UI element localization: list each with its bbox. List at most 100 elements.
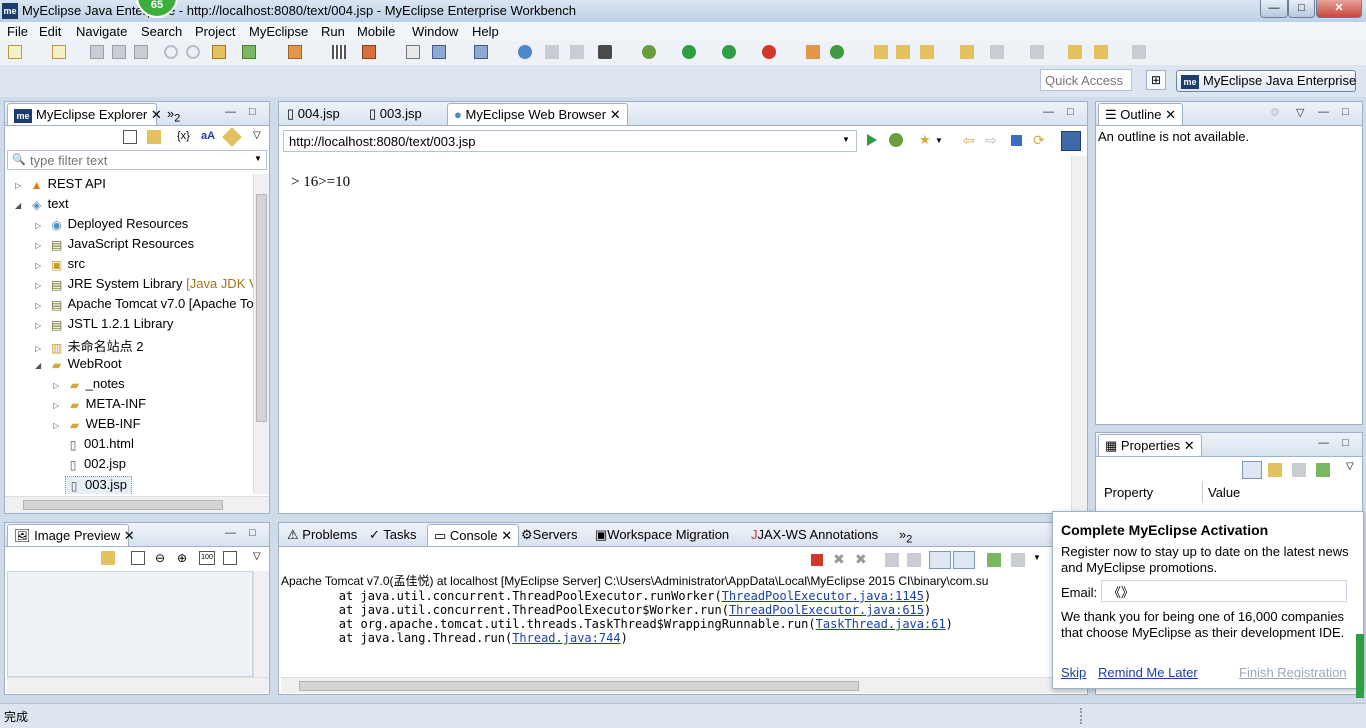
- browser-launch-icon[interactable]: [474, 45, 488, 59]
- refresh-icon[interactable]: ⟳: [1033, 132, 1045, 149]
- redo-icon[interactable]: [186, 45, 200, 59]
- deploy-icon[interactable]: [212, 45, 226, 59]
- tree-item-webroot[interactable]: ◢ ▰ WebRoot: [35, 356, 122, 376]
- remove-launch-icon[interactable]: ✖: [833, 551, 845, 568]
- tab-image-preview[interactable]: 🖼 Image Preview ✕: [7, 524, 135, 546]
- menu-search[interactable]: Search: [141, 24, 182, 39]
- explorer-horizontal-scrollbar[interactable]: [5, 496, 269, 513]
- tree-item-notes[interactable]: ▷ ▰ _notes: [53, 376, 125, 396]
- tree-item-jstl-library[interactable]: ▷ ▤ JSTL 1.2.1 Library: [35, 316, 173, 336]
- minimize-button[interactable]: —: [1260, 0, 1288, 18]
- maximize-icon[interactable]: □: [1342, 437, 1349, 449]
- tab-console[interactable]: ▭ Console ✕: [427, 524, 520, 546]
- minimize-icon[interactable]: —: [1318, 106, 1329, 118]
- menu-myeclipse[interactable]: MyEclipse: [249, 24, 308, 39]
- menu-mobile[interactable]: Mobile: [357, 24, 395, 39]
- open-type-icon[interactable]: [545, 45, 559, 59]
- email-input[interactable]: [1101, 580, 1347, 602]
- url-dropdown-icon[interactable]: ▼: [842, 135, 850, 144]
- stop-icon[interactable]: [1011, 135, 1022, 146]
- tree-item-001-html[interactable]: ▯ 001.html: [65, 436, 134, 456]
- maximize-icon[interactable]: □: [249, 106, 256, 118]
- image-horizontal-scrollbar[interactable]: [7, 677, 269, 693]
- tree-item-apache-tomcat[interactable]: ▷ ▤ Apache Tomcat v7.0 [Apache To: [35, 296, 253, 316]
- globe-icon[interactable]: [518, 45, 532, 59]
- minimize-icon[interactable]: —: [1318, 437, 1329, 449]
- external-tools-icon[interactable]: [762, 45, 776, 59]
- save-icon[interactable]: [90, 45, 104, 59]
- server-icon[interactable]: [362, 45, 376, 59]
- perspective-myeclipse-java-enterprise[interactable]: me MyEclipse Java Enterprise: [1176, 70, 1356, 92]
- open-file-icon[interactable]: [896, 45, 910, 59]
- close-window-button[interactable]: ✕: [1316, 0, 1362, 18]
- terminate-icon[interactable]: [811, 554, 823, 566]
- tab-servers[interactable]: ⚙Servers: [515, 524, 583, 546]
- filter-input[interactable]: [28, 152, 248, 168]
- view-menu-icon[interactable]: ▽: [253, 551, 261, 562]
- pin-icon[interactable]: [222, 127, 242, 147]
- tab-problems[interactable]: ⚠ Problems: [281, 524, 363, 546]
- back-icon[interactable]: [101, 551, 115, 565]
- sync-icon[interactable]: ⚙: [1270, 106, 1280, 119]
- tree-item-text-project[interactable]: ◢ ◈ text: [15, 196, 69, 216]
- scrollbar-thumb[interactable]: [256, 194, 267, 422]
- tab-003-jsp[interactable]: ▯ 003.jsp: [363, 103, 428, 125]
- tab-004-jsp[interactable]: ▯ 004.jsp: [281, 103, 346, 125]
- image-vertical-scrollbar[interactable]: [253, 571, 269, 677]
- new-project-icon[interactable]: [52, 45, 66, 59]
- title-bar[interactable]: me MyEclipse Java Enterprise - http://lo…: [0, 0, 1366, 22]
- next-annotation-icon[interactable]: [990, 45, 1004, 59]
- close-icon[interactable]: ✕: [124, 528, 135, 543]
- stack-trace-link[interactable]: TaskThread.java:61: [816, 617, 946, 631]
- tree-item-002-jsp[interactable]: ▯ 002.jsp: [65, 456, 126, 476]
- menu-navigate[interactable]: Navigate: [76, 24, 127, 39]
- grid-icon[interactable]: [332, 45, 346, 59]
- menu-edit[interactable]: Edit: [39, 24, 61, 39]
- tree-item-javascript-resources[interactable]: ▷ ▤ JavaScript Resources: [35, 236, 194, 256]
- variables-icon[interactable]: {x}: [177, 130, 190, 142]
- tab-myeclipse-web-browser[interactable]: ● MyEclipse Web Browser ✕: [447, 103, 628, 125]
- maximize-button[interactable]: □: [1288, 0, 1315, 18]
- tools-icon[interactable]: [288, 45, 302, 59]
- show-on-output-icon[interactable]: [929, 551, 951, 569]
- maximize-icon[interactable]: □: [249, 527, 256, 539]
- zoom-in-icon[interactable]: ⊕: [177, 551, 187, 565]
- print-icon[interactable]: [134, 45, 148, 59]
- new-package-icon[interactable]: [830, 45, 844, 59]
- tab-tasks[interactable]: ✓ Tasks: [363, 524, 423, 546]
- tab-outline[interactable]: ☰ Outline ✕: [1098, 103, 1184, 125]
- quick-access-input[interactable]: [1040, 69, 1132, 91]
- scrollbar-thumb[interactable]: [23, 500, 223, 510]
- go-icon[interactable]: [867, 134, 877, 146]
- tree-item-jre-system-library[interactable]: ▷ ▤JRE System Library [Java JDK VI: [35, 276, 253, 296]
- scrollbar-thumb[interactable]: [299, 681, 859, 691]
- tree-item-src[interactable]: ▷ ▣ src: [35, 256, 85, 276]
- open-perspective-icon[interactable]: ⊞: [1146, 70, 1166, 90]
- pin-console-icon[interactable]: [987, 553, 1001, 567]
- zoom-out-icon[interactable]: ⊖: [155, 551, 165, 565]
- categories-icon[interactable]: [1242, 461, 1262, 479]
- finish-registration-link[interactable]: Finish Registration: [1239, 665, 1347, 680]
- menu-window[interactable]: Window: [412, 24, 458, 39]
- close-icon[interactable]: ✕: [610, 107, 621, 122]
- close-icon[interactable]: ✕: [1165, 107, 1176, 122]
- display-console-icon[interactable]: [1011, 553, 1025, 567]
- show-on-error-icon[interactable]: [953, 551, 975, 569]
- restore-default-icon[interactable]: [1292, 463, 1306, 477]
- minimize-icon[interactable]: —: [225, 527, 236, 539]
- menu-project[interactable]: Project: [195, 24, 235, 39]
- explorer-vertical-scrollbar[interactable]: [253, 174, 269, 494]
- advanced-icon[interactable]: [1268, 463, 1282, 477]
- build-icon[interactable]: [242, 45, 256, 59]
- stack-trace-link[interactable]: Thread.java:744: [512, 631, 620, 645]
- view-menu-icon[interactable]: ▽: [253, 130, 261, 141]
- skip-link[interactable]: Skip: [1061, 665, 1086, 680]
- close-icon[interactable]: ✕: [1184, 438, 1195, 453]
- url-input[interactable]: [287, 133, 835, 149]
- tree-item-meta-inf[interactable]: ▷ ▰ META-INF: [53, 396, 146, 416]
- pin-view-icon[interactable]: [1316, 463, 1330, 477]
- filter-dropdown-icon[interactable]: ▼: [254, 154, 262, 163]
- pencil-icon[interactable]: [960, 45, 974, 59]
- search-tool-icon[interactable]: [920, 45, 934, 59]
- back-icon[interactable]: [1094, 45, 1108, 59]
